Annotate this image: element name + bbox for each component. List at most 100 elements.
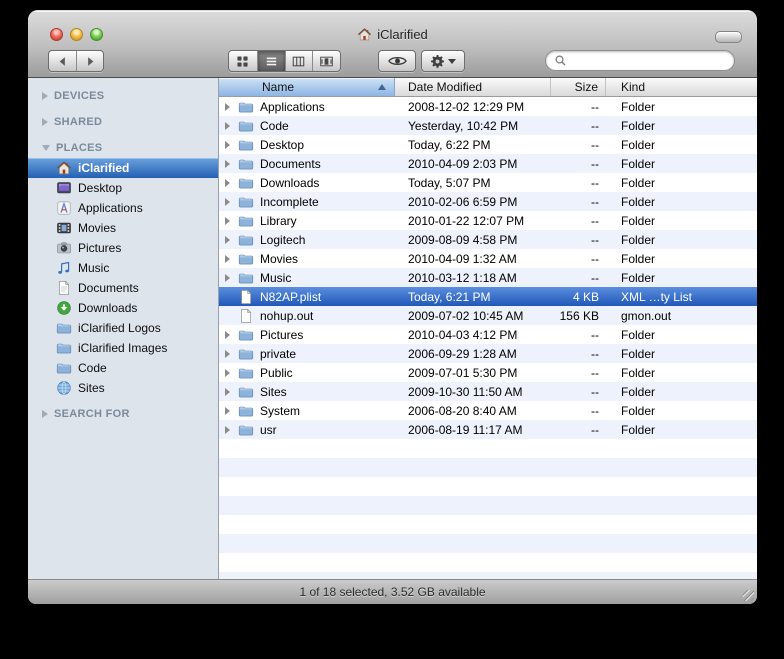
- table-row-desktop[interactable]: DesktopToday, 6:22 PM--Folder: [219, 135, 757, 154]
- column-header-size[interactable]: Size: [551, 78, 606, 96]
- sidebar-item-downloads[interactable]: Downloads: [28, 298, 218, 318]
- sidebar-item-applications[interactable]: Applications: [28, 198, 218, 218]
- sidebar-section-header-shared[interactable]: SHARED: [28, 112, 218, 132]
- column-header-date-modified[interactable]: Date Modified: [395, 78, 551, 96]
- table-row-music[interactable]: Music2010-03-12 1:18 AM--Folder: [219, 268, 757, 287]
- disclosure-triangle-icon[interactable]: [225, 350, 235, 358]
- disclosure-triangle-icon[interactable]: [225, 369, 235, 377]
- forward-button[interactable]: [76, 51, 103, 71]
- back-button[interactable]: [49, 51, 76, 71]
- table-row-private[interactable]: private2006-09-29 1:28 AM--Folder: [219, 344, 757, 363]
- date-modified-cell: Today, 6:22 PM: [395, 138, 551, 152]
- sidebar-item-documents[interactable]: Documents: [28, 278, 218, 298]
- disclosure-triangle-icon[interactable]: [225, 160, 235, 168]
- disclosure-triangle-icon[interactable]: [225, 179, 235, 187]
- pictures-icon: [56, 240, 72, 256]
- disclosure-triangle-icon[interactable]: [225, 103, 235, 111]
- sidebar-item-iclarified-logos[interactable]: iClarified Logos: [28, 318, 218, 338]
- view-mode-segmented-control: [228, 50, 341, 72]
- sidebar-item-label: Downloads: [78, 301, 137, 315]
- name-cell: Logitech: [219, 232, 395, 248]
- disclosure-triangle-icon[interactable]: [225, 122, 235, 130]
- sidebar-item-music[interactable]: Music: [28, 258, 218, 278]
- view-mode-icon-view-button[interactable]: [229, 51, 257, 71]
- disclosure-triangle-icon[interactable]: [225, 407, 235, 415]
- chevron-down-icon: [448, 59, 456, 64]
- table-row-logitech[interactable]: Logitech2009-08-09 4:58 PM--Folder: [219, 230, 757, 249]
- folder-icon: [238, 403, 254, 419]
- list-view-icon: [264, 54, 279, 69]
- kind-cell: Folder: [606, 423, 757, 437]
- sidebar-section: SEARCH FOR: [28, 404, 218, 424]
- kind-cell: Folder: [606, 176, 757, 190]
- sidebar-item-iclarified[interactable]: iClarified: [28, 158, 218, 178]
- table-row-incomplete[interactable]: Incomplete2010-02-06 6:59 PM--Folder: [219, 192, 757, 211]
- file-list[interactable]: Applications2008-12-02 12:29 PM--FolderC…: [219, 97, 757, 579]
- view-mode-list-view-button[interactable]: [257, 51, 285, 71]
- disclosure-triangle-icon[interactable]: [225, 217, 235, 225]
- sidebar-item-movies[interactable]: Movies: [28, 218, 218, 238]
- file-name: Desktop: [260, 138, 304, 152]
- icon-view-icon: [235, 54, 250, 69]
- name-cell: Music: [219, 270, 395, 286]
- sidebar-section-header-search-for[interactable]: SEARCH FOR: [28, 404, 218, 424]
- sidebar-item-iclarified-images[interactable]: iClarified Images: [28, 338, 218, 358]
- table-row-nohup.out[interactable]: nohup.out2009-07-02 10:45 AM156 KBgmon.o…: [219, 306, 757, 325]
- view-mode-column-view-button[interactable]: [285, 51, 313, 71]
- file-name: N82AP.plist: [260, 290, 321, 304]
- kind-cell: Folder: [606, 271, 757, 285]
- disclosure-triangle-icon[interactable]: [225, 236, 235, 244]
- action-menu-button[interactable]: [421, 50, 465, 72]
- date-modified-cell: 2010-04-09 1:32 AM: [395, 252, 551, 266]
- disclosure-triangle-icon[interactable]: [225, 388, 235, 396]
- file-name: Library: [260, 214, 297, 228]
- sidebar-item-pictures[interactable]: Pictures: [28, 238, 218, 258]
- table-row-pictures[interactable]: Pictures2010-04-03 4:12 PM--Folder: [219, 325, 757, 344]
- file-name: Documents: [260, 157, 321, 171]
- name-cell: Incomplete: [219, 194, 395, 210]
- toolbar-toggle-button[interactable]: [715, 31, 742, 43]
- table-row-movies[interactable]: Movies2010-04-09 1:32 AM--Folder: [219, 249, 757, 268]
- table-row-system[interactable]: System2006-08-20 8:40 AM--Folder: [219, 401, 757, 420]
- table-row-downloads[interactable]: DownloadsToday, 5:07 PM--Folder: [219, 173, 757, 192]
- sidebar-item-desktop[interactable]: Desktop: [28, 178, 218, 198]
- title-bar[interactable]: iClarified: [28, 10, 757, 46]
- table-row-public[interactable]: Public2009-07-01 5:30 PM--Folder: [219, 363, 757, 382]
- table-row-applications[interactable]: Applications2008-12-02 12:29 PM--Folder: [219, 97, 757, 116]
- view-mode-coverflow-view-button[interactable]: [312, 51, 340, 71]
- disclosure-triangle-icon[interactable]: [225, 426, 235, 434]
- sidebar-item-code[interactable]: Code: [28, 358, 218, 378]
- sidebar-item-label: Desktop: [78, 181, 122, 195]
- table-row-usr[interactable]: usr2006-08-19 11:17 AM--Folder: [219, 420, 757, 439]
- table-row-n82ap.plist[interactable]: N82AP.plistToday, 6:21 PM4 KBXML …ty Lis…: [219, 287, 757, 306]
- table-row-documents[interactable]: Documents2010-04-09 2:03 PM--Folder: [219, 154, 757, 173]
- quick-look-button[interactable]: [378, 50, 416, 72]
- sidebar-section-label: PLACES: [56, 142, 102, 154]
- folder-public-icon: [238, 365, 254, 381]
- sidebar-item-sites[interactable]: Sites: [28, 378, 218, 398]
- resize-grip[interactable]: [743, 590, 754, 601]
- folder-library-icon: [238, 213, 254, 229]
- table-row-library[interactable]: Library2010-01-22 12:07 PM--Folder: [219, 211, 757, 230]
- disclosure-triangle-icon[interactable]: [225, 274, 235, 282]
- name-cell: Downloads: [219, 175, 395, 191]
- name-cell: nohup.out: [219, 308, 395, 324]
- disclosure-triangle-icon[interactable]: [225, 141, 235, 149]
- column-header-kind[interactable]: Kind: [606, 78, 757, 96]
- name-cell: usr: [219, 422, 395, 438]
- table-row-code[interactable]: CodeYesterday, 10:42 PM--Folder: [219, 116, 757, 135]
- sidebar-item-label: Applications: [78, 201, 143, 215]
- disclosure-triangle-icon[interactable]: [225, 198, 235, 206]
- search-input[interactable]: [567, 52, 728, 70]
- disclosure-triangle-icon[interactable]: [225, 331, 235, 339]
- disclosure-triangle-icon[interactable]: [225, 255, 235, 263]
- size-cell: --: [551, 176, 606, 190]
- table-row-sites[interactable]: Sites2009-10-30 11:50 AM--Folder: [219, 382, 757, 401]
- search-field: [545, 50, 735, 71]
- column-header-name[interactable]: Name: [219, 78, 395, 96]
- file-name: Sites: [260, 385, 287, 399]
- sidebar-item-label: Code: [78, 361, 107, 375]
- sidebar-section-header-places[interactable]: PLACES: [28, 138, 218, 158]
- sidebar-section-header-devices[interactable]: DEVICES: [28, 86, 218, 106]
- file-name: private: [260, 347, 296, 361]
